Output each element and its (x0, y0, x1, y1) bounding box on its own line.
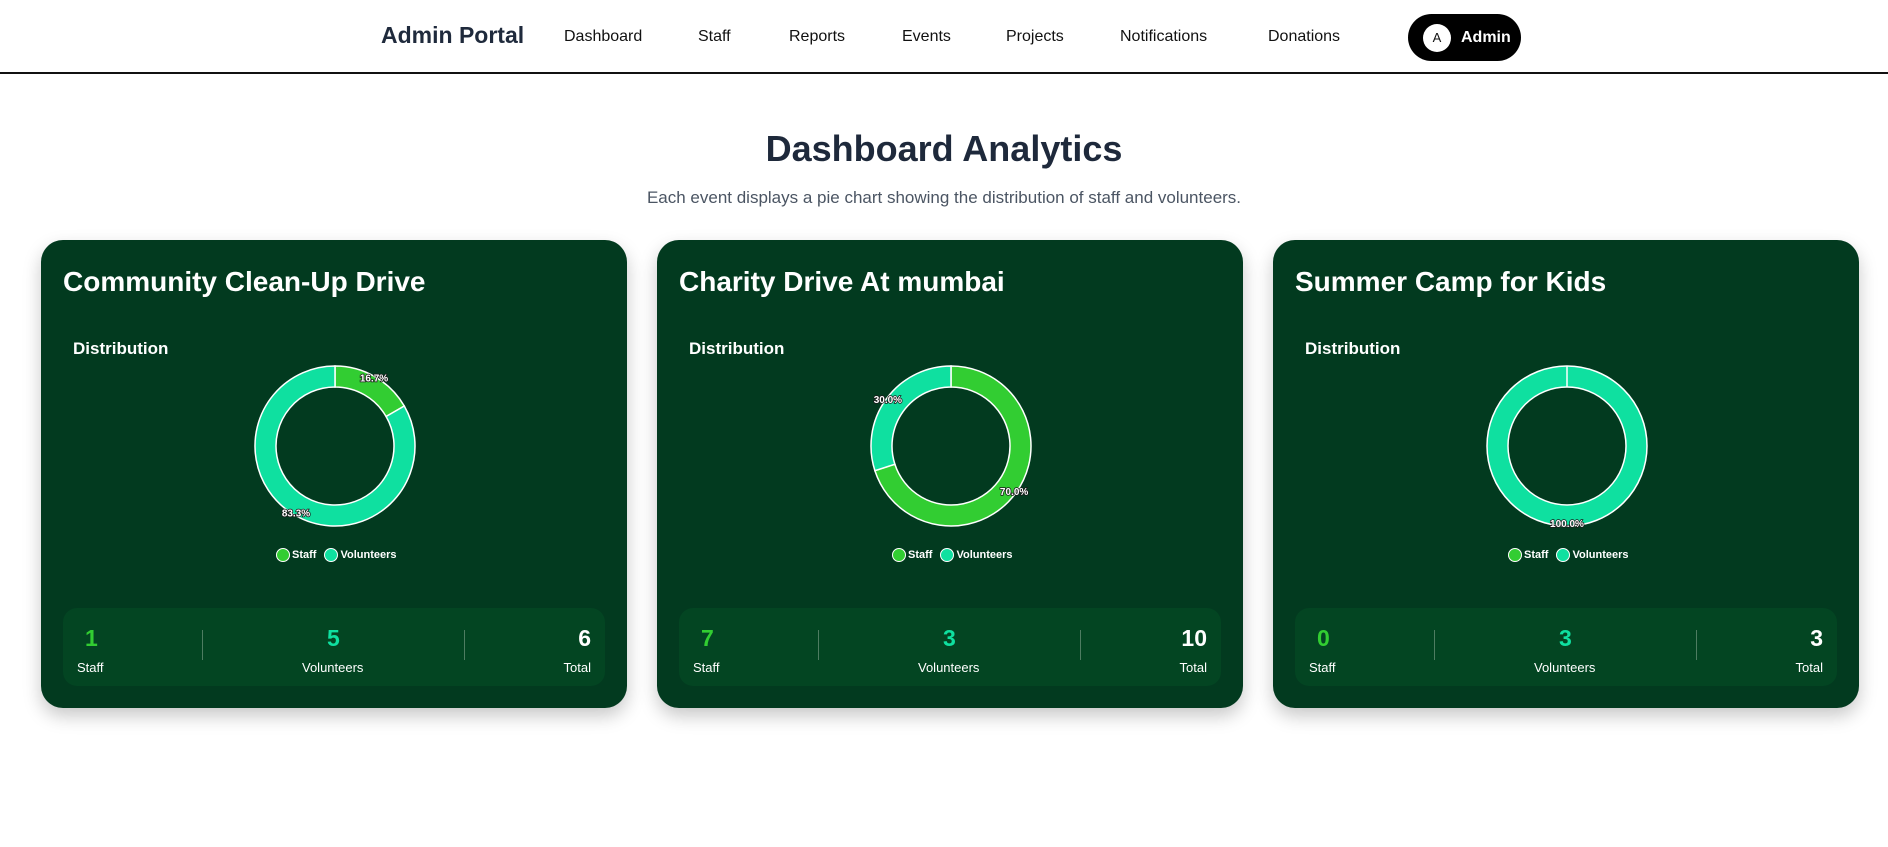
stats-bar: 1 Staff 5 Volunteers 6 Total (63, 608, 605, 686)
nav-link-events[interactable]: Events (902, 28, 951, 46)
chart-legend: Staff Volunteers (1508, 548, 1636, 562)
legend-item-staff[interactable]: Staff (276, 548, 316, 562)
legend-item-volunteers[interactable]: Volunteers (324, 548, 396, 562)
volunteers-swatch (940, 548, 955, 562)
legend-label-volunteers: Volunteers (340, 549, 397, 561)
chart-legend: Staff Volunteers (276, 548, 404, 562)
volunteers-swatch (1556, 548, 1571, 562)
staff-count-label: Staff (77, 660, 104, 675)
volunteers-count-label: Volunteers (302, 660, 364, 675)
staff-swatch (276, 548, 290, 562)
total-count-label: Total (563, 660, 591, 675)
legend-label-staff: Staff (1524, 549, 1549, 561)
slice-volunteers[interactable] (1487, 366, 1647, 526)
divider (1696, 630, 1697, 660)
event-card: Summer Camp for Kids Distribution 100.0%… (1273, 240, 1859, 708)
slice-volunteers[interactable] (870, 365, 952, 472)
nav-link-dashboard[interactable]: Dashboard (564, 28, 642, 46)
total-count-label: Total (1795, 660, 1823, 675)
brand-title[interactable]: Admin Portal (381, 22, 524, 49)
nav-link-donations[interactable]: Donations (1268, 28, 1340, 46)
avatar: A (1423, 23, 1451, 52)
divider (1080, 630, 1081, 660)
volunteers-count: 3 (1559, 625, 1572, 651)
page-subtitle: Each event displays a pie chart showing … (646, 188, 1242, 207)
slice-label-staff: 70.0% (1000, 487, 1028, 498)
total-count: 6 (578, 625, 591, 651)
stats-bar: 0 Staff 3 Volunteers 3 Total (1295, 608, 1837, 686)
staff-count: 0 (1317, 625, 1330, 651)
nav-link-projects[interactable]: Projects (1006, 28, 1064, 46)
divider (1434, 630, 1435, 660)
legend-label-staff: Staff (908, 549, 933, 561)
admin-user-menu[interactable]: A Admin (1408, 14, 1521, 61)
admin-label: Admin (1461, 28, 1511, 46)
legend-item-volunteers[interactable]: Volunteers (940, 548, 1012, 562)
nav-link-notifications[interactable]: Notifications (1120, 28, 1207, 46)
legend-item-volunteers[interactable]: Volunteers (1556, 548, 1628, 562)
staff-count: 1 (85, 625, 98, 651)
total-count: 10 (1181, 625, 1207, 651)
event-card: Charity Drive At mumbai Distribution 70.… (657, 240, 1243, 708)
legend-label-volunteers: Volunteers (956, 549, 1013, 561)
volunteers-count: 3 (943, 625, 956, 651)
divider (202, 630, 203, 660)
divider (818, 630, 819, 660)
staff-count: 7 (701, 625, 714, 651)
legend-label-staff: Staff (292, 549, 317, 561)
total-count: 3 (1810, 625, 1823, 651)
volunteers-count-label: Volunteers (1534, 660, 1596, 675)
slice-border (1507, 386, 1627, 506)
legend-item-staff[interactable]: Staff (892, 548, 932, 562)
page-title: Dashboard Analytics (765, 128, 1123, 169)
staff-swatch (1508, 548, 1522, 562)
staff-count-label: Staff (693, 660, 720, 675)
slice-label-volunteers: 83.3% (282, 509, 310, 520)
top-navbar: Admin Portal Dashboard Staff Reports Eve… (0, 0, 1888, 74)
slice-label-volunteers: 30.0% (874, 395, 902, 406)
staff-swatch (892, 548, 906, 562)
divider (464, 630, 465, 660)
nav-link-staff[interactable]: Staff (698, 28, 731, 46)
volunteers-count-label: Volunteers (918, 660, 980, 675)
nav-link-reports[interactable]: Reports (789, 28, 845, 46)
volunteers-count: 5 (327, 625, 340, 651)
total-count-label: Total (1179, 660, 1207, 675)
stats-bar: 7 Staff 3 Volunteers 10 Total (679, 608, 1221, 686)
slice-label-volunteers: 100.0% (1550, 519, 1584, 530)
volunteers-swatch (324, 548, 339, 562)
legend-item-staff[interactable]: Staff (1508, 548, 1548, 562)
chart-legend: Staff Volunteers (892, 548, 1020, 562)
staff-count-label: Staff (1309, 660, 1336, 675)
event-card: Community Clean-Up Drive Distribution 16… (41, 240, 627, 708)
legend-label-volunteers: Volunteers (1572, 549, 1629, 561)
slice-label-staff: 16.7% (360, 373, 388, 384)
